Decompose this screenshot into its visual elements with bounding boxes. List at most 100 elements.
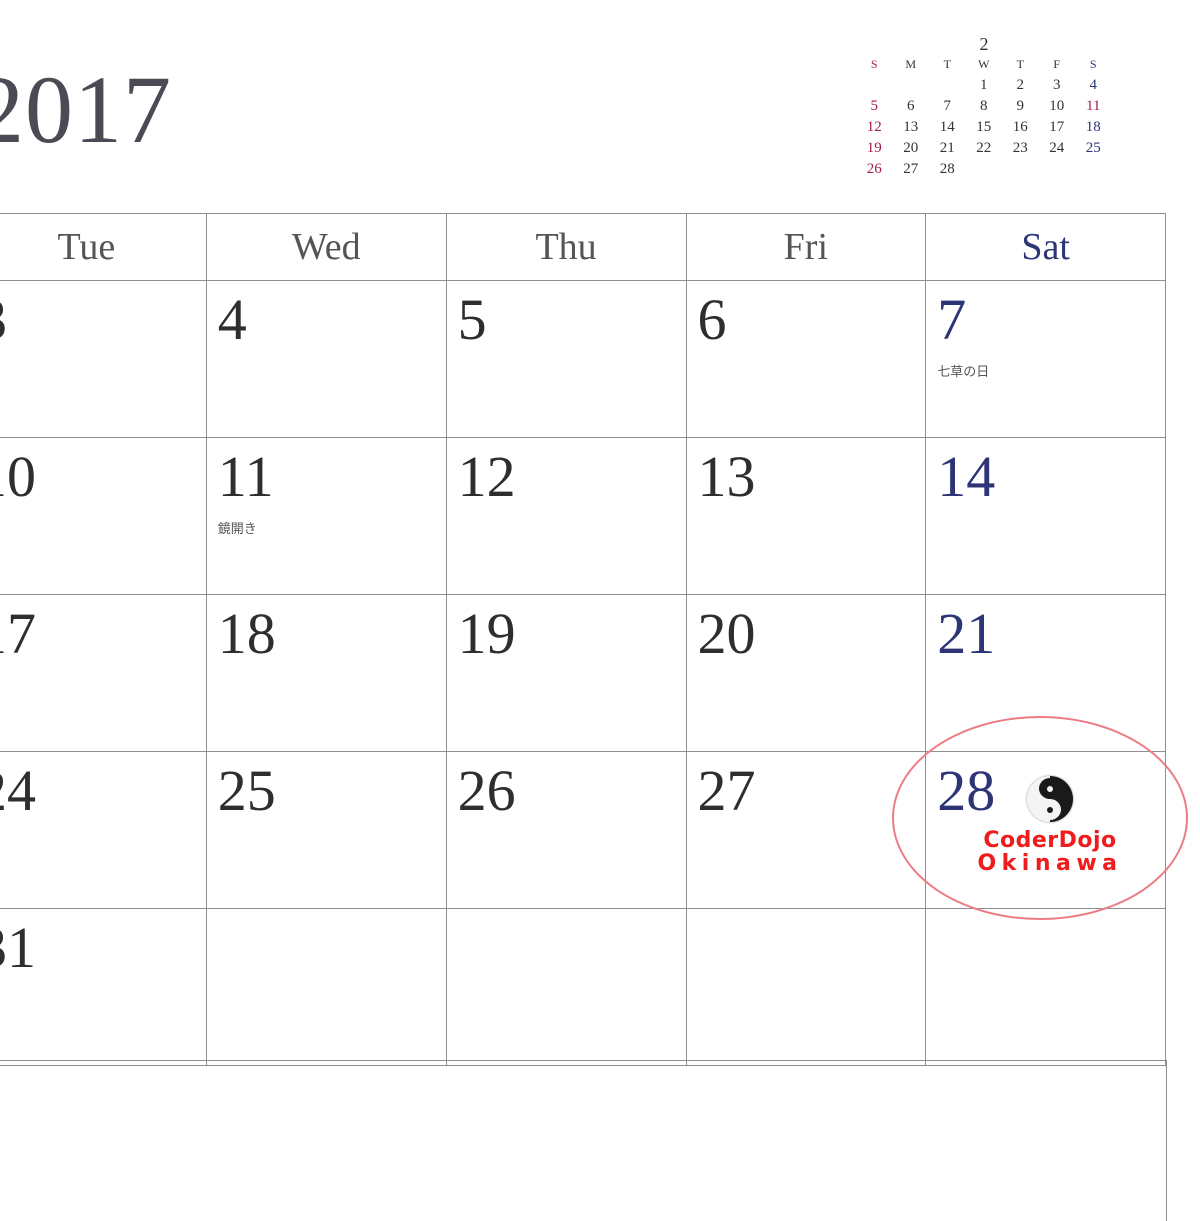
yang-dot [1047,807,1053,813]
day-number: 17 [0,601,36,666]
day-number: 7 [937,287,967,352]
event-logo: CoderDojo Okinawa [975,830,1125,875]
day-cell: 6 [685,280,927,438]
day-number: 14 [937,444,996,509]
day-cell: 14 [925,437,1166,595]
mini-calendar-weekday-row: S M T W T F S [856,54,1112,75]
mini-calendar-month: 2 [979,34,989,54]
day-number: 25 [217,758,276,823]
mini-calendar-week: 12 13 14 15 16 17 18 [856,117,1112,138]
day-cell: 4 [205,280,447,438]
mini-day: 2 [1016,77,1025,93]
mini-day: 10 [1049,98,1065,114]
mini-day [1002,159,1039,180]
mini-day: 25 [1085,140,1101,156]
mini-day: 4 [1089,77,1098,93]
day-number: 13 [697,444,756,509]
day-cell: 5 [445,280,687,438]
mini-day: 6 [907,98,915,114]
weekday-header-tue: Tue [0,213,207,281]
mini-day: 8 [980,98,988,114]
mini-weekday: T [943,57,951,71]
day-cell: 17 [0,594,207,752]
mini-day: 3 [1053,77,1061,93]
mini-day: 26 [866,161,882,177]
day-number: 6 [697,287,727,352]
mini-day [966,159,1003,180]
month-calendar-grid: Tue Wed Thu Fri Sat 3 4 5 6 7 七草の日 10 11… [0,213,1166,1066]
yin-yang-icon [1027,776,1073,822]
mini-day [856,75,893,96]
day-cell-empty [685,908,927,1066]
mini-calendar-week: 26 27 28 [856,159,1112,180]
mini-day: 27 [903,161,919,177]
day-cell: 11 鏡開き [205,437,447,595]
mini-day-holiday: 11 [1086,98,1101,114]
mini-day: 12 [866,119,882,135]
day-cell: 26 [445,751,687,909]
day-number: 19 [457,601,516,666]
mini-weekday: S [870,57,878,71]
day-number: 24 [0,758,36,823]
mini-day [1075,159,1112,180]
mini-day: 9 [1016,98,1025,114]
day-cell: 27 [685,751,927,909]
mini-day: 23 [1012,140,1028,156]
mini-day: 17 [1049,119,1065,135]
day-cell: 13 [685,437,927,595]
day-number: 20 [697,601,756,666]
day-cell: 20 [685,594,927,752]
mini-day: 22 [976,140,992,156]
mini-day: 1 [980,77,988,93]
day-cell: 31 [0,908,207,1066]
mini-day: 19 [866,140,882,156]
mini-day: 21 [939,140,955,156]
day-cell: 24 [0,751,207,909]
mini-day [929,75,966,96]
day-cell: 10 [0,437,207,595]
year-title: 2017 [0,56,172,163]
day-cell-empty [445,908,687,1066]
mini-weekday: W [978,57,990,71]
weekday-header-sat: Sat [925,213,1166,281]
mini-day: 15 [976,119,992,135]
mini-weekday: M [905,57,917,71]
day-cell: 12 [445,437,687,595]
mini-day: 16 [1012,119,1028,135]
day-number: 12 [457,444,516,509]
day-number: 27 [697,758,756,823]
day-number: 4 [217,287,247,352]
day-cell-empty [205,908,447,1066]
day-number: 21 [937,601,996,666]
mini-day: 13 [903,119,919,135]
event-logo-line1: CoderDojo [983,828,1117,853]
day-number: 5 [457,287,487,352]
calendar-week-row: 31 [0,908,1166,1066]
day-cell: 18 [205,594,447,752]
day-cell: 19 [445,594,687,752]
day-cell: 25 [205,751,447,909]
calendar-week-row: 3 4 5 6 7 七草の日 [0,280,1166,438]
mini-day: 28 [939,161,955,177]
day-number: 26 [457,758,516,823]
day-cell: 7 七草の日 [925,280,1166,438]
weekday-header-row: Tue Wed Thu Fri Sat [0,213,1166,281]
yin-dot [1047,786,1053,792]
day-number: 11 [217,444,274,509]
memo-area [0,1060,1167,1221]
mini-day [893,75,930,96]
mini-weekday: S [1089,57,1097,71]
event-logo-line2: Okinawa [977,851,1123,876]
day-number: 18 [217,601,276,666]
mini-day: 7 [943,98,952,114]
day-cell: 3 [0,280,207,438]
mini-day: 5 [870,98,879,114]
day-number: 10 [0,444,36,509]
day-cell-empty [925,908,1166,1066]
day-number: 31 [0,915,36,980]
holiday-note: 鏡開き [217,522,257,537]
mini-weekday: T [1016,57,1024,71]
mini-day [1039,159,1076,180]
holiday-note: 七草の日 [937,365,990,380]
mini-day: 24 [1049,140,1065,156]
